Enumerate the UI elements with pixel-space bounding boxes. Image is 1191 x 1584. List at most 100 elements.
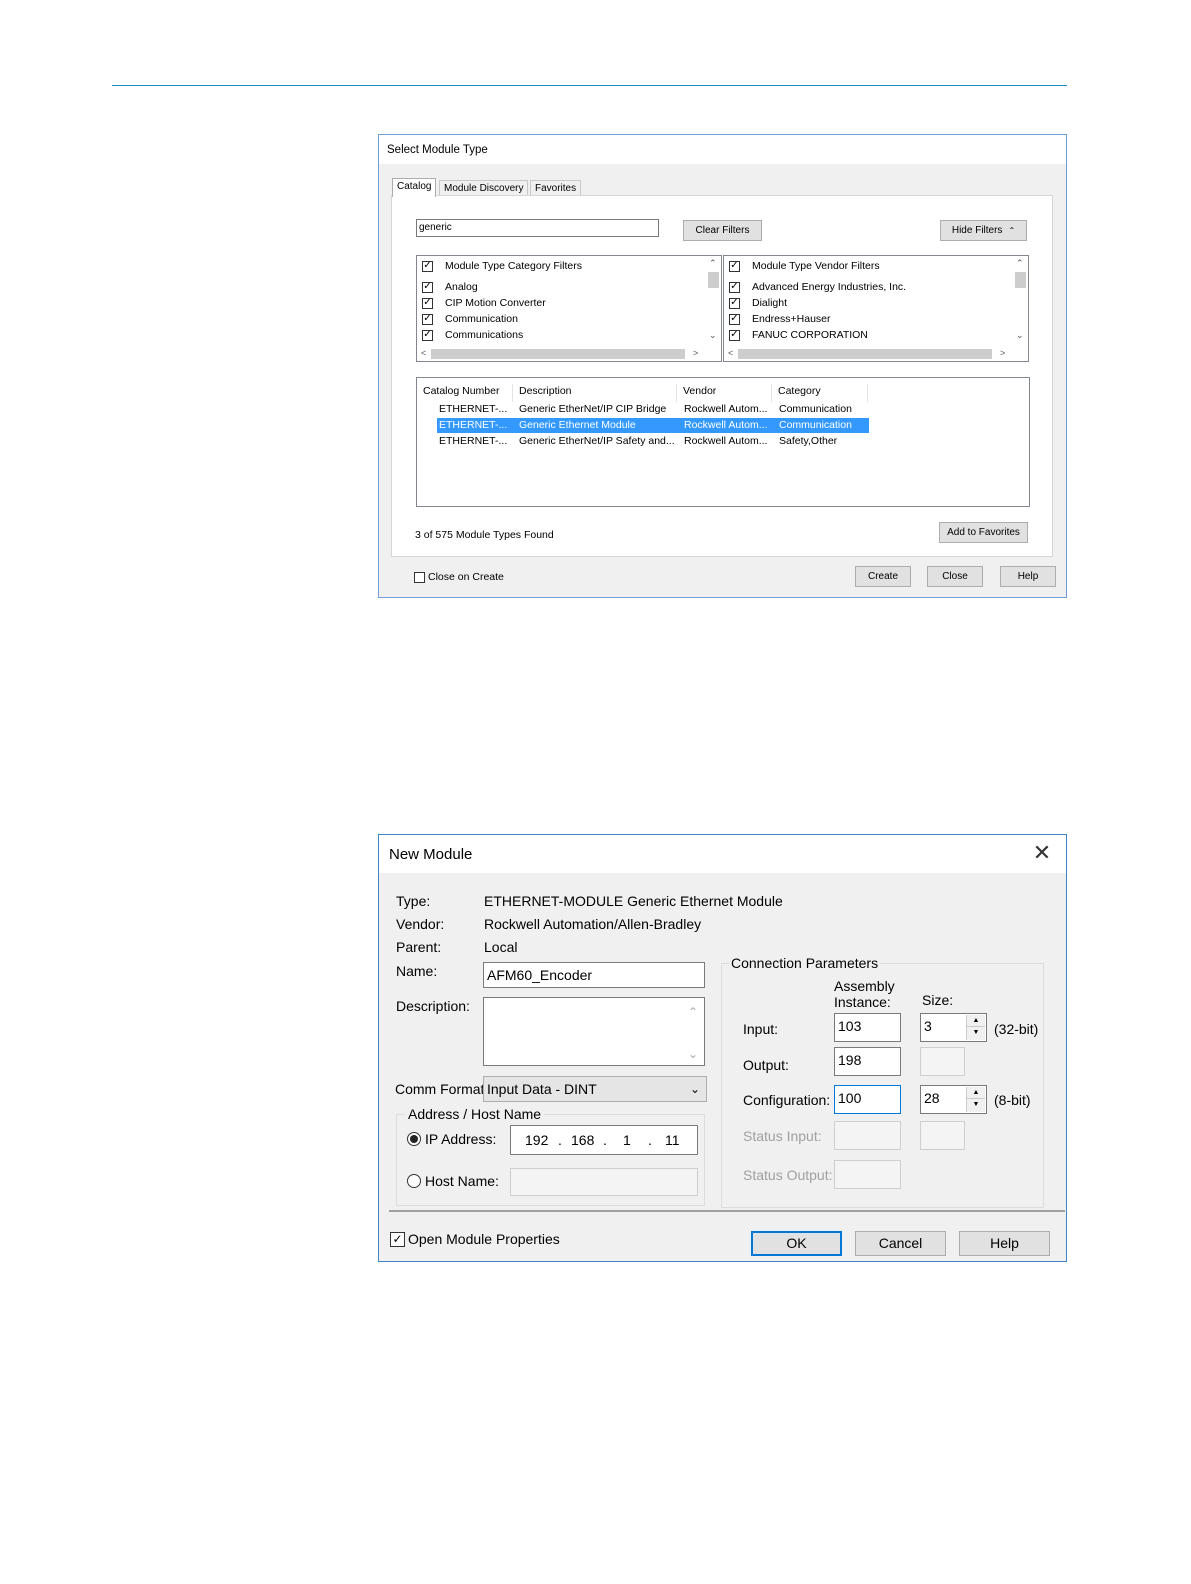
vertical-scrollbar[interactable]: ⌃ ⌄	[705, 256, 721, 346]
output-instance-field[interactable]: 198	[834, 1047, 901, 1076]
create-button[interactable]: Create	[855, 566, 911, 587]
column-header-category[interactable]: Category	[772, 384, 868, 402]
chevron-up-icon[interactable]: ⌃	[1016, 258, 1024, 269]
spin-down-icon[interactable]: ▼	[967, 1099, 985, 1110]
table-row-selected[interactable]: ETHERNET-... Generic Ethernet Module Roc…	[437, 418, 869, 433]
list-item[interactable]: ✓ Advanced Energy Industries, Inc.	[729, 280, 906, 294]
close-button[interactable]: Close	[927, 566, 983, 587]
list-item[interactable]: ✓ Endress+Hauser	[729, 312, 831, 326]
table-row[interactable]: ETHERNET-... Generic EtherNet/IP CIP Bri…	[437, 402, 869, 417]
chevron-left-icon[interactable]: <	[728, 348, 733, 358]
input-instance-field[interactable]: 103	[834, 1013, 901, 1042]
horizontal-scrollbar[interactable]: < >	[417, 346, 707, 361]
add-to-favorites-button[interactable]: Add to Favorites	[939, 522, 1028, 543]
column-header-catalog-number[interactable]: Catalog Number	[417, 384, 513, 402]
column-header-vendor[interactable]: Vendor	[677, 384, 772, 402]
vendor-filter-header[interactable]: ✓ Module Type Vendor Filters	[729, 259, 880, 273]
input-size-stepper[interactable]: 3 ▲ ▼	[920, 1013, 987, 1042]
cancel-button[interactable]: Cancel	[855, 1231, 946, 1256]
chevron-up-icon[interactable]: ⌃	[688, 1000, 698, 1024]
spin-up-icon[interactable]: ▲	[967, 1015, 985, 1027]
open-module-properties-option[interactable]: ✓ Open Module Properties	[390, 1231, 560, 1247]
tab-module-discovery[interactable]: Module Discovery	[439, 180, 529, 196]
close-on-create-option[interactable]: Close on Create	[414, 571, 504, 583]
checkbox-checked-icon[interactable]: ✓	[729, 297, 740, 309]
input-label: Input:	[743, 1021, 779, 1037]
checkbox-checked-icon[interactable]: ✓	[729, 313, 740, 325]
chevron-right-icon[interactable]: >	[693, 348, 698, 358]
checkbox-checked-icon[interactable]: ✓	[422, 313, 433, 325]
ip-octet-3: 1	[623, 1132, 631, 1148]
column-header-description[interactable]: Description	[513, 384, 677, 402]
chevron-left-icon[interactable]: <	[421, 348, 426, 358]
description-textarea[interactable]: ⌃ ⌄	[483, 997, 705, 1066]
checkbox-checked-icon[interactable]: ✓	[422, 297, 433, 309]
scroll-thumb[interactable]	[738, 349, 992, 359]
chevron-up-icon[interactable]: ⌃	[709, 258, 717, 269]
comm-format-select[interactable]: Input Data - DINT ⌄	[483, 1076, 707, 1102]
checkbox-checked-icon[interactable]: ✓	[422, 281, 433, 293]
checkbox-checked-icon[interactable]: ✓	[390, 1231, 405, 1247]
create-label: Create	[867, 571, 898, 582]
module-results-table: Catalog Number Description Vendor Catego…	[416, 377, 1030, 507]
radio-unselected-icon[interactable]	[407, 1174, 421, 1188]
output-size-field[interactable]	[920, 1047, 965, 1076]
help-button[interactable]: Help	[959, 1231, 1050, 1256]
list-item[interactable]: ✓ Analog	[422, 280, 478, 294]
table-row[interactable]: ETHERNET-... Generic EtherNet/IP Safety …	[437, 434, 869, 449]
chevron-down-icon[interactable]: ⌄	[709, 330, 717, 341]
list-item-label: Communication	[445, 313, 518, 325]
checkbox-checked-icon[interactable]: ✓	[729, 260, 740, 272]
radio-selected-icon[interactable]	[407, 1132, 421, 1146]
list-item[interactable]: ✓ Dialight	[729, 296, 787, 310]
scroll-thumb[interactable]	[431, 349, 685, 359]
chevron-right-icon[interactable]: >	[1000, 348, 1005, 358]
ip-address-label: IP Address:	[425, 1131, 497, 1147]
spin-up-icon[interactable]: ▲	[967, 1087, 985, 1099]
chevron-down-icon[interactable]: ⌄	[1016, 330, 1024, 341]
vertical-scrollbar[interactable]: ⌃ ⌄	[1012, 256, 1028, 346]
name-input[interactable]: AFM60_Encoder	[483, 962, 705, 988]
checkbox-unchecked-icon[interactable]	[414, 571, 425, 583]
list-item[interactable]: ✓ Communications	[422, 328, 523, 342]
status-output-field[interactable]	[834, 1160, 901, 1189]
ip-address-input[interactable]: 192 . 168 . 1 . 11	[510, 1125, 698, 1155]
status-input-field[interactable]	[834, 1121, 901, 1150]
spin-down-icon[interactable]: ▼	[967, 1027, 985, 1038]
close-icon[interactable]: ✕	[1028, 839, 1056, 867]
checkbox-checked-icon[interactable]: ✓	[422, 329, 433, 341]
search-input[interactable]: generic	[416, 219, 659, 237]
host-name-option[interactable]: Host Name:	[407, 1173, 499, 1189]
configuration-size-stepper[interactable]: 28 ▲ ▼	[920, 1085, 987, 1114]
configuration-instance-field[interactable]: 100	[834, 1085, 901, 1114]
scroll-thumb[interactable]	[1015, 272, 1026, 288]
ip-dot: .	[603, 1132, 607, 1148]
cell-vendor: Rockwell Autom...	[684, 419, 768, 431]
ip-address-option[interactable]: IP Address:	[407, 1131, 496, 1147]
description-label: Description:	[396, 998, 470, 1014]
type-value: ETHERNET-MODULE Generic Ethernet Module	[484, 893, 783, 909]
checkbox-checked-icon[interactable]: ✓	[422, 260, 433, 272]
checkbox-checked-icon[interactable]: ✓	[729, 329, 740, 341]
tab-catalog[interactable]: Catalog	[392, 178, 437, 197]
parent-value: Local	[484, 939, 518, 955]
list-item[interactable]: ✓ CIP Motion Converter	[422, 296, 546, 310]
ip-octet-2: 168	[571, 1132, 595, 1148]
chevron-down-icon[interactable]: ⌄	[688, 1042, 698, 1066]
clear-filters-button[interactable]: Clear Filters	[683, 220, 762, 241]
tab-favorites[interactable]: Favorites	[530, 180, 582, 196]
cell-catalog-number: ETHERNET-...	[439, 403, 508, 415]
scroll-thumb[interactable]	[708, 272, 719, 288]
category-filter-header[interactable]: ✓ Module Type Category Filters	[422, 259, 582, 273]
list-item[interactable]: ✓ FANUC CORPORATION	[729, 328, 868, 342]
divider	[389, 1210, 1065, 1212]
hide-filters-button[interactable]: Hide Filters ⌃	[940, 220, 1027, 241]
horizontal-scrollbar[interactable]: < >	[724, 346, 1014, 361]
dialog-body: Catalog Module Discovery Favorites gener…	[379, 164, 1066, 597]
list-item[interactable]: ✓ Communication	[422, 312, 518, 326]
status-input-size-field[interactable]	[920, 1121, 965, 1150]
host-name-input[interactable]	[510, 1168, 698, 1196]
ok-button[interactable]: OK	[751, 1231, 842, 1256]
help-button[interactable]: Help	[1000, 566, 1056, 587]
checkbox-checked-icon[interactable]: ✓	[729, 281, 740, 293]
